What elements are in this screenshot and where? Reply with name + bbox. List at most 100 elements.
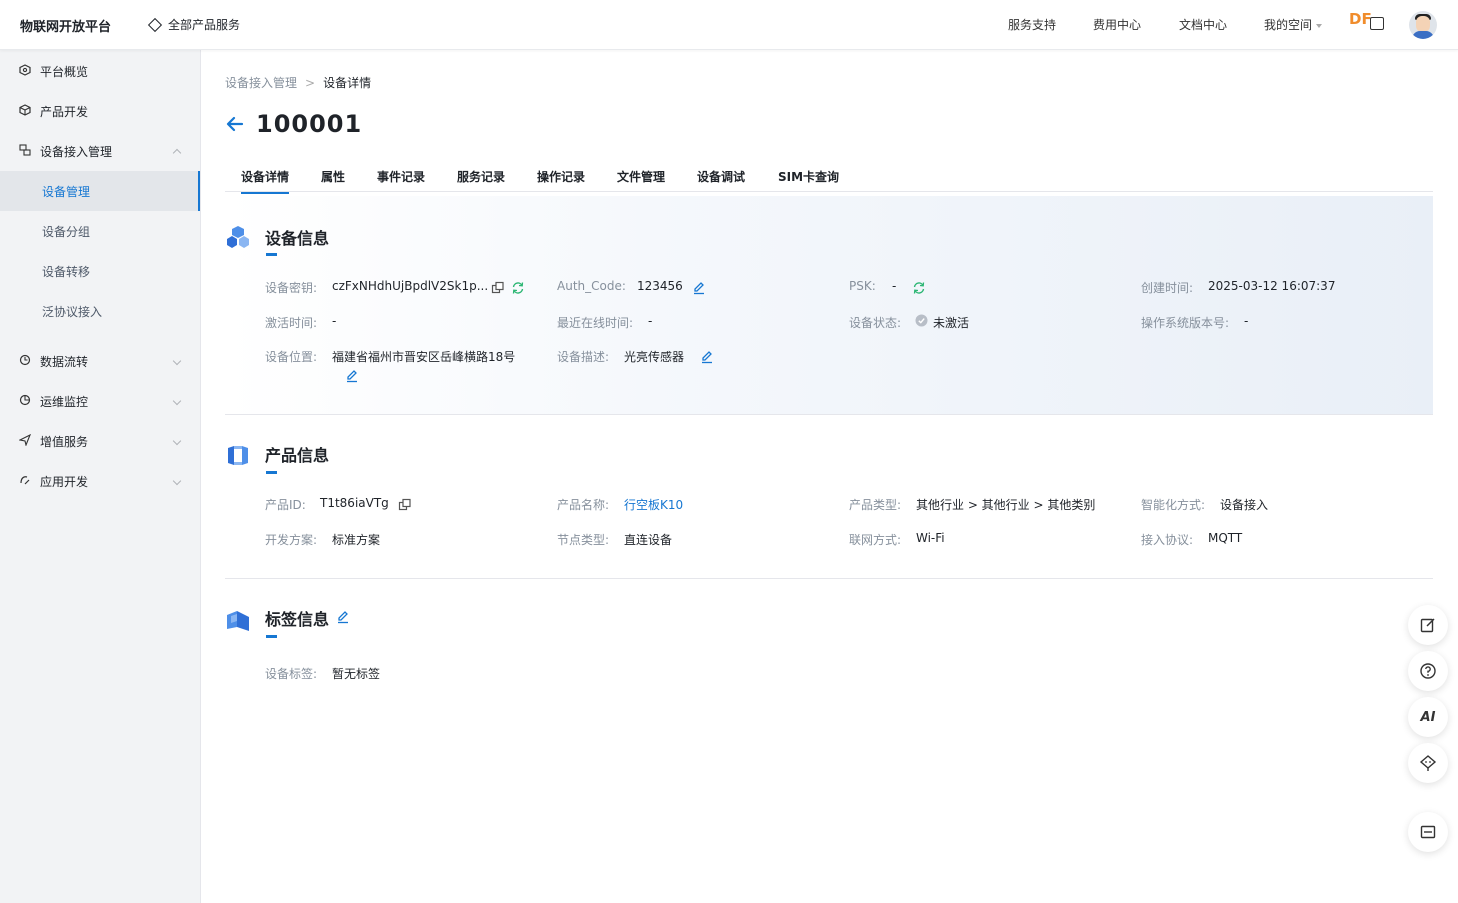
top-bar: 物联网开放平台 全部产品服务 服务支持 费用中心 文档中心 我的空间 DF: [0, 0, 1458, 50]
tab-events[interactable]: 事件记录: [377, 168, 425, 185]
field-device-tags: 设备标签:: [265, 667, 318, 681]
back-arrow-icon[interactable]: [225, 114, 245, 134]
sidebar-item-label: 平台概览: [40, 64, 89, 79]
created-time-value: 2025-03-12 16:07:37: [1208, 279, 1336, 293]
tab-operations[interactable]: 操作记录: [537, 168, 585, 185]
df-logo: DF: [1349, 10, 1372, 28]
sidebar-sub-generic-protocol[interactable]: 泛协议接入: [0, 291, 200, 331]
field-created-time: 创建时间:: [1141, 281, 1194, 295]
device-access-icon: [18, 143, 32, 159]
sidebar-item-label: 产品开发: [40, 104, 89, 119]
dataflow-icon: [18, 354, 32, 369]
caret-down-icon: [1316, 23, 1323, 28]
device-status-badge: 未激活: [933, 316, 970, 330]
field-os-version: 操作系统版本号:: [1141, 316, 1230, 330]
field-dev-plan: 开发方案:: [265, 533, 318, 547]
sidebar-item-label: 运维监控: [40, 394, 89, 409]
section-title-product-info: 产品信息: [265, 446, 330, 465]
field-last-online: 最近在线时间:: [557, 316, 634, 330]
tab-sim[interactable]: SIM卡查询: [778, 168, 839, 185]
chevron-down-icon: [172, 396, 182, 406]
smart-mode-value: 设备接入: [1220, 498, 1269, 512]
breadcrumb-parent[interactable]: 设备接入管理: [225, 76, 297, 90]
section-title-tag-info: 标签信息: [265, 610, 330, 629]
edit-icon[interactable]: [336, 610, 350, 624]
field-auth-code: Auth_Code:: [557, 279, 626, 293]
collapse-icon[interactable]: [1408, 812, 1448, 852]
dev-plan-value: 标准方案: [332, 533, 381, 547]
refresh-icon[interactable]: [912, 281, 926, 295]
product-name-link[interactable]: 行空板K10: [624, 496, 683, 513]
message-icon[interactable]: [1370, 17, 1384, 30]
sidebar-item-label: 数据流转: [40, 354, 89, 369]
chevron-down-icon: [172, 356, 182, 366]
sidebar-item-value-added[interactable]: 增值服务: [0, 421, 200, 461]
sidebar-item-device-access[interactable]: 设备接入管理: [0, 131, 200, 171]
field-node-type: 节点类型:: [557, 533, 610, 547]
cube-icon: [18, 103, 32, 119]
field-psk: PSK:: [849, 279, 876, 293]
overview-icon: [18, 63, 32, 79]
network-value: Wi-Fi: [916, 531, 945, 545]
product-box-icon: [228, 446, 248, 465]
edit-note-icon[interactable]: [1408, 605, 1448, 645]
edit-icon[interactable]: [345, 369, 359, 383]
section-title-device-info: 设备信息: [265, 229, 330, 248]
all-products-menu[interactable]: 全部产品服务: [147, 16, 241, 33]
field-device-location: 设备位置:: [265, 350, 318, 364]
sidebar-sub-device-group[interactable]: 设备分组: [0, 211, 200, 251]
nav-service-support[interactable]: 服务支持: [1008, 16, 1056, 33]
chevron-down-icon: [172, 436, 182, 446]
tab-device-detail[interactable]: 设备详情: [241, 168, 290, 194]
device-secret-value: czFxNHdhUjBpdlV2Sk1p...: [332, 279, 489, 293]
edit-icon[interactable]: [692, 281, 706, 295]
edit-icon[interactable]: [700, 350, 714, 364]
help-icon[interactable]: [1408, 651, 1448, 691]
os-version-value: -: [1244, 314, 1249, 328]
main-content: 设备接入管理 > 设备详情 100001 设备详情 属性 事件记录 服务记录 操作记…: [202, 50, 1458, 903]
node-type-value: 直连设备: [624, 533, 673, 547]
field-product-id: 产品ID:: [265, 498, 306, 512]
my-space-label: 我的空间: [1264, 18, 1313, 32]
sidebar-item-label: 应用开发: [40, 474, 89, 489]
ai-icon[interactable]: AI: [1408, 697, 1448, 737]
protocol-value: MQTT: [1208, 531, 1243, 545]
status-check-icon: [915, 314, 928, 327]
copy-icon[interactable]: [398, 498, 412, 512]
field-activated-time: 激活时间:: [265, 316, 318, 330]
app-dev-icon: [18, 474, 32, 489]
device-info-panel: [225, 196, 1433, 414]
nav-my-space[interactable]: 我的空间: [1264, 16, 1323, 33]
product-id-value: T1t86iaVTg: [320, 496, 389, 510]
avatar[interactable]: [1409, 11, 1437, 39]
refresh-icon[interactable]: [511, 281, 525, 295]
service-icon[interactable]: [1408, 743, 1448, 783]
sidebar-item-app-dev[interactable]: 应用开发: [0, 461, 200, 501]
nav-billing-center[interactable]: 费用中心: [1093, 16, 1141, 33]
diamond-icon: [147, 17, 163, 32]
sidebar: 平台概览 产品开发 设备接入管理 设备管理 设备分组 设备转移 泛协议接入 数据…: [0, 50, 201, 903]
field-device-desc: 设备描述:: [557, 350, 610, 364]
tab-services[interactable]: 服务记录: [457, 168, 505, 185]
sidebar-sub-device-transfer[interactable]: 设备转移: [0, 251, 200, 291]
tag-cubes-icon: [227, 611, 249, 631]
sidebar-item-product-dev[interactable]: 产品开发: [0, 91, 200, 131]
tab-debug[interactable]: 设备调试: [697, 168, 745, 185]
monitor-icon: [18, 394, 32, 409]
tab-files[interactable]: 文件管理: [617, 168, 665, 185]
platform-brand[interactable]: 物联网开放平台: [20, 16, 111, 35]
sidebar-sub-device-manage[interactable]: 设备管理: [0, 171, 200, 211]
sidebar-item-overview[interactable]: 平台概览: [0, 51, 200, 91]
chevron-down-icon: [172, 476, 182, 486]
device-tags-value: 暂无标签: [332, 667, 381, 681]
field-protocol: 接入协议:: [1141, 533, 1194, 547]
breadcrumb-current: 设备详情: [323, 76, 372, 90]
chevron-up-icon: [172, 148, 182, 158]
copy-icon[interactable]: [491, 281, 505, 295]
all-products-label: 全部产品服务: [168, 18, 241, 32]
auth-code-value: 123456: [637, 279, 683, 293]
nav-doc-center[interactable]: 文档中心: [1179, 16, 1227, 33]
tab-properties[interactable]: 属性: [321, 168, 345, 185]
sidebar-item-dataflow[interactable]: 数据流转: [0, 341, 200, 381]
sidebar-item-monitor[interactable]: 运维监控: [0, 381, 200, 421]
